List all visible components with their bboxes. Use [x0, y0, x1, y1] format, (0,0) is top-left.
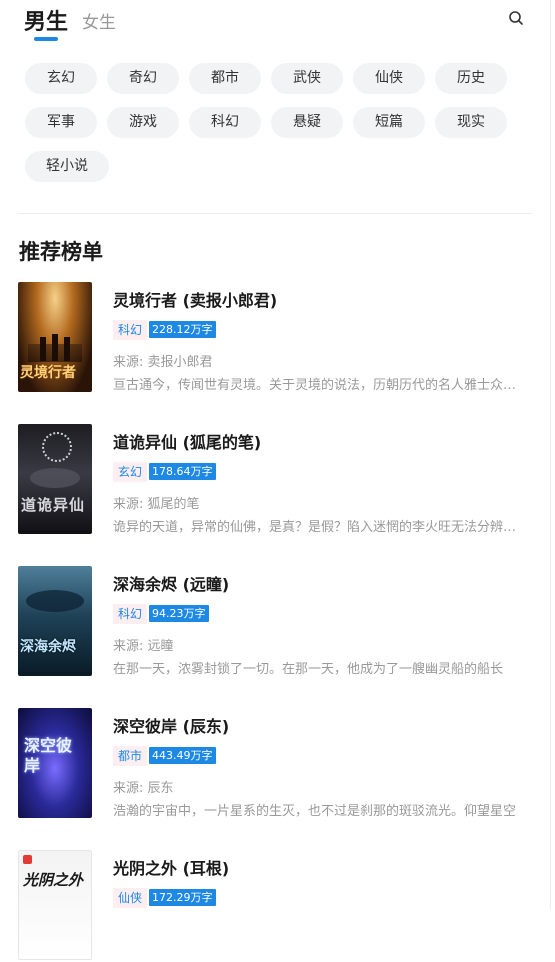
book-title[interactable]: 灵境行者 (卖报小郎君): [113, 287, 277, 311]
book-source: 来源: 远瞳: [113, 639, 174, 654]
tag-qihuan[interactable]: 奇幻: [107, 63, 179, 94]
tag-lishi[interactable]: 历史: [435, 63, 507, 94]
book-source: 来源: 卖报小郎君: [113, 355, 213, 370]
book-cover[interactable]: 光阴之外: [18, 850, 92, 960]
active-tab-indicator: [34, 37, 58, 41]
word-count-badge: 172.29万字: [149, 889, 216, 906]
search-icon[interactable]: [508, 10, 524, 26]
tag-duanpian[interactable]: 短篇: [353, 107, 425, 138]
book-item[interactable]: 光阴之外 光阴之外 (耳根) 仙侠 172.29万字: [18, 850, 533, 962]
cover-title: 道诡异仙: [21, 496, 86, 514]
cover-title: 深海余烬: [20, 639, 76, 655]
tab-female[interactable]: 女生: [82, 8, 116, 33]
genre-badge: 玄幻: [113, 462, 148, 482]
tag-junshi[interactable]: 军事: [25, 107, 97, 138]
word-count-badge: 178.64万字: [149, 463, 216, 480]
genre-badge: 仙侠: [113, 888, 148, 908]
cover-title: 光阴之外: [23, 871, 84, 889]
book-item[interactable]: 深空彼岸 深空彼岸 (辰东) 都市 443.49万字 来源: 辰东 浩瀚的宇宙中…: [18, 708, 533, 820]
word-count-badge: 443.49万字: [149, 747, 216, 764]
book-title[interactable]: 道诡异仙 (狐尾的笔): [113, 429, 261, 453]
book-source: 来源: 辰东: [113, 781, 174, 796]
tag-xuanhuan[interactable]: 玄幻: [25, 63, 97, 94]
tag-dushi[interactable]: 都市: [189, 63, 261, 94]
book-badges: 仙侠 172.29万字: [113, 888, 216, 908]
cover-title: 灵境行者: [20, 365, 76, 381]
tag-qingxiaoshuo[interactable]: 轻小说: [25, 151, 109, 182]
section-title: 推荐榜单: [19, 240, 103, 264]
tag-xuanyi[interactable]: 悬疑: [271, 107, 343, 138]
divider: [18, 213, 532, 214]
tag-youxi[interactable]: 游戏: [107, 107, 179, 138]
book-summary: 诡异的天道，异常的仙佛，是真？是假？陷入迷惘的李火旺无法分辨真假: [113, 520, 525, 535]
genre-badge: 科幻: [113, 320, 148, 340]
tag-xianxia[interactable]: 仙侠: [353, 63, 425, 94]
tag-kehuan[interactable]: 科幻: [189, 107, 261, 138]
book-cover[interactable]: 道诡异仙: [18, 424, 92, 534]
tab-male[interactable]: 男生: [24, 4, 68, 36]
book-badges: 玄幻 178.64万字: [113, 462, 216, 482]
book-item[interactable]: 道诡异仙 道诡异仙 (狐尾的笔) 玄幻 178.64万字 来源: 狐尾的笔 诡异…: [18, 424, 533, 536]
book-badges: 都市 443.49万字: [113, 746, 216, 766]
word-count-badge: 94.23万字: [149, 605, 209, 622]
book-title[interactable]: 深空彼岸 (辰东): [113, 713, 229, 737]
book-source: 来源: 狐尾的笔: [113, 497, 200, 512]
genre-badge: 都市: [113, 746, 148, 766]
cover-title: 深空彼岸: [24, 736, 73, 775]
word-count-badge: 228.12万字: [149, 321, 216, 338]
book-cover[interactable]: 深海余烬: [18, 566, 92, 676]
book-title[interactable]: 深海余烬 (远瞳): [113, 571, 229, 595]
book-summary: 在那一天，浓雾封锁了一切。在那一天，他成为了一艘幽灵船的船长: [113, 662, 504, 677]
book-summary: 浩瀚的宇宙中，一片星系的生灭，也不过是刹那的斑驳流光。仰望星空: [113, 804, 517, 819]
tag-wuxia[interactable]: 武侠: [271, 63, 343, 94]
book-summary: 亘古通今，传闻世有灵境。关于灵境的说法，历朝历代的名人雅士众说纷纭: [113, 378, 525, 393]
book-badges: 科幻 228.12万字: [113, 320, 216, 340]
tag-xianshi[interactable]: 现实: [435, 107, 507, 138]
scroll-edge: [550, 0, 551, 910]
book-cover[interactable]: 灵境行者: [18, 282, 92, 392]
book-item[interactable]: 深海余烬 深海余烬 (远瞳) 科幻 94.23万字 来源: 远瞳 在那一天，浓雾…: [18, 566, 533, 678]
book-badges: 科幻 94.23万字: [113, 604, 209, 624]
header: 男生 女生: [0, 0, 555, 46]
book-item[interactable]: 灵境行者 灵境行者 (卖报小郎君) 科幻 228.12万字 来源: 卖报小郎君 …: [18, 282, 533, 394]
book-title[interactable]: 光阴之外 (耳根): [113, 855, 229, 879]
book-cover[interactable]: 深空彼岸: [18, 708, 92, 818]
genre-badge: 科幻: [113, 604, 148, 624]
